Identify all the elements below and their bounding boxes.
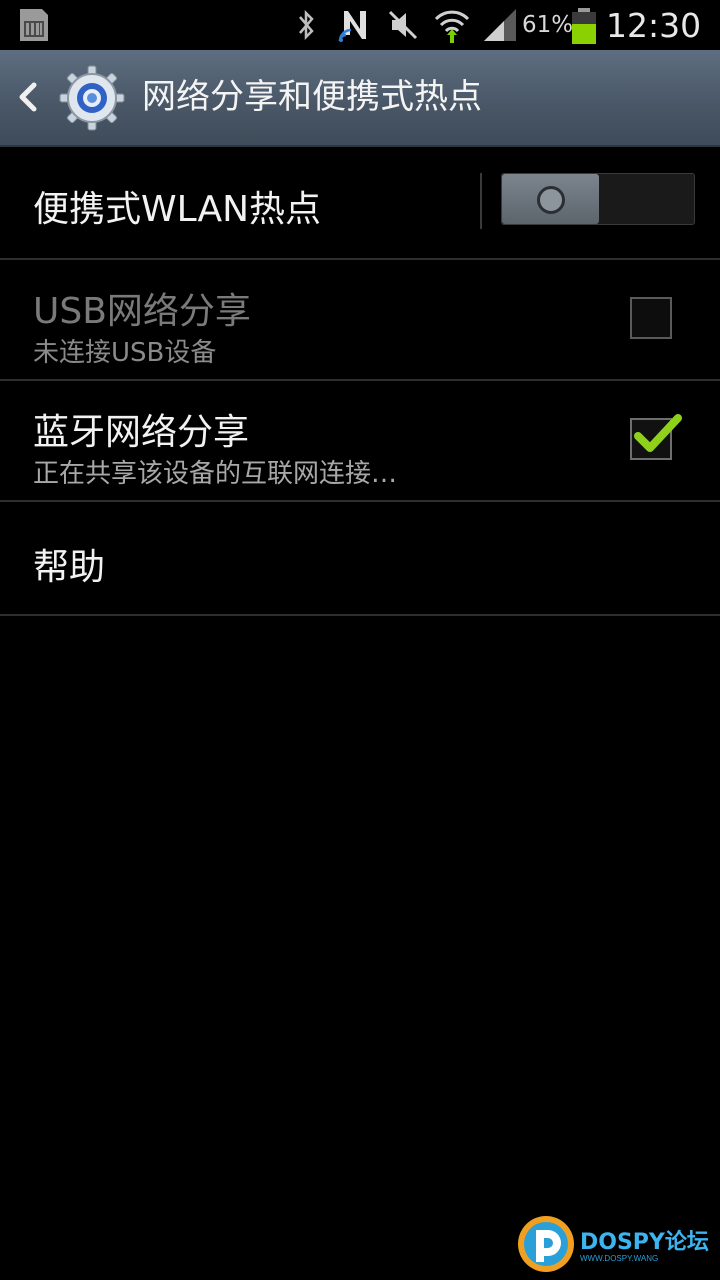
watermark-url: WWW.DOSPY.WANG xyxy=(580,1254,659,1263)
wifi-icon xyxy=(432,0,472,50)
battery-percent: 61% xyxy=(522,12,574,38)
switch-thumb[interactable] xyxy=(502,174,599,224)
dospy-logo-icon xyxy=(518,1216,574,1272)
nfc-icon xyxy=(336,0,372,50)
clock: 12:30 xyxy=(606,5,702,45)
settings-gear-icon[interactable] xyxy=(58,64,126,132)
mute-icon xyxy=(386,0,420,50)
switch-knob-icon xyxy=(537,186,565,214)
switch-divider xyxy=(480,173,482,229)
usb-tethering-summary: 未连接USB设备 xyxy=(33,338,217,368)
bluetooth-tethering-checkbox[interactable] xyxy=(630,414,682,460)
usb-tethering-label: USB网络分享 xyxy=(33,291,251,332)
bluetooth-icon xyxy=(294,0,320,50)
back-icon[interactable] xyxy=(14,77,42,117)
page-title: 网络分享和便携式热点 xyxy=(142,77,482,117)
usb-tethering-row[interactable]: USB网络分享 未连接USB设备 xyxy=(0,260,720,381)
watermark-brand: DOSPY论坛 xyxy=(580,1230,709,1255)
sd-card-icon xyxy=(14,0,54,50)
help-label: 帮助 xyxy=(33,547,106,588)
dospy-watermark: DOSPY论坛 WWW.DOSPY.WANG xyxy=(516,1214,716,1276)
wlan-hotspot-switch[interactable] xyxy=(501,173,695,225)
bluetooth-tethering-label: 蓝牙网络分享 xyxy=(33,412,250,453)
checkmark-icon xyxy=(634,414,682,452)
action-bar: 网络分享和便携式热点 xyxy=(0,50,720,147)
status-bar: 61% 12:30 xyxy=(0,0,720,50)
screen: 61% 12:30 网络分享和便携式热点 便携式WLAN热点 USB网络分享 未… xyxy=(0,0,720,1280)
help-row[interactable]: 帮助 xyxy=(0,502,720,616)
bluetooth-tethering-row[interactable]: 蓝牙网络分享 正在共享该设备的互联网连接… xyxy=(0,381,720,502)
signal-icon xyxy=(482,0,518,50)
bluetooth-tethering-summary: 正在共享该设备的互联网连接… xyxy=(33,459,398,489)
wlan-hotspot-label: 便携式WLAN热点 xyxy=(33,189,322,230)
usb-tethering-checkbox[interactable] xyxy=(630,297,672,339)
wlan-hotspot-row[interactable]: 便携式WLAN热点 xyxy=(0,147,720,260)
battery-icon xyxy=(570,0,598,50)
